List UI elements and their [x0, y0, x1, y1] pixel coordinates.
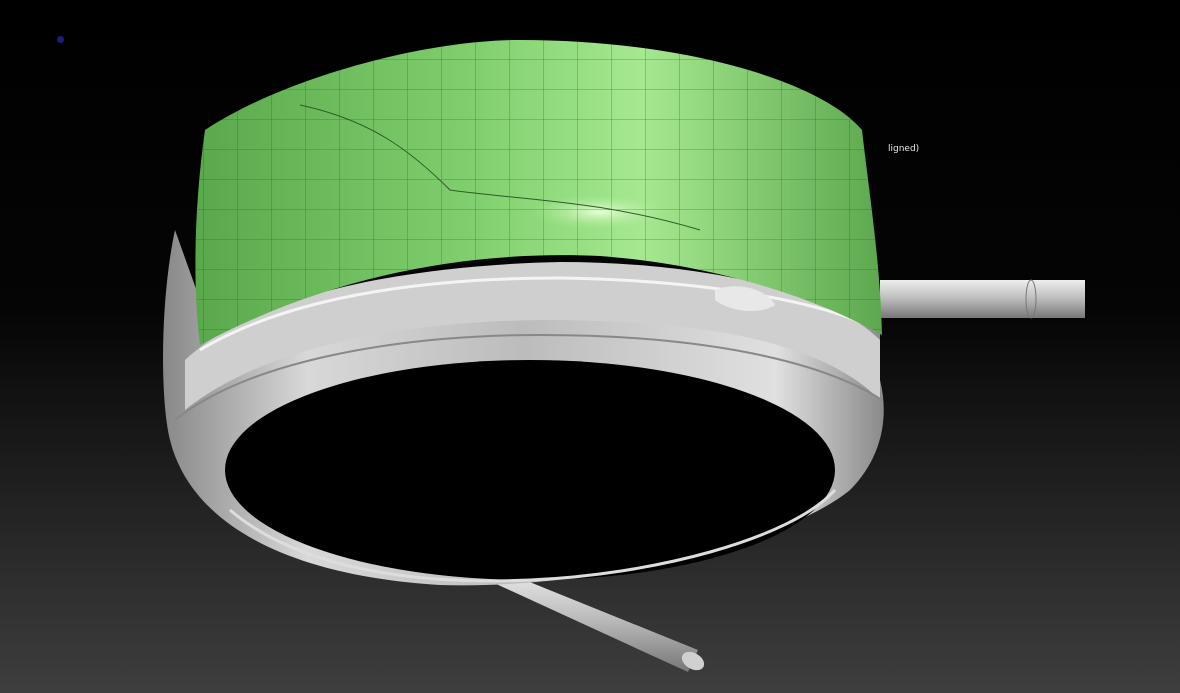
ring-opening: [225, 360, 835, 580]
pivot-point-icon: [57, 36, 64, 43]
3d-viewport[interactable]: ligned): [0, 0, 1180, 693]
model-canvas[interactable]: [0, 0, 1180, 693]
viewport-status-text: ligned): [888, 144, 920, 154]
